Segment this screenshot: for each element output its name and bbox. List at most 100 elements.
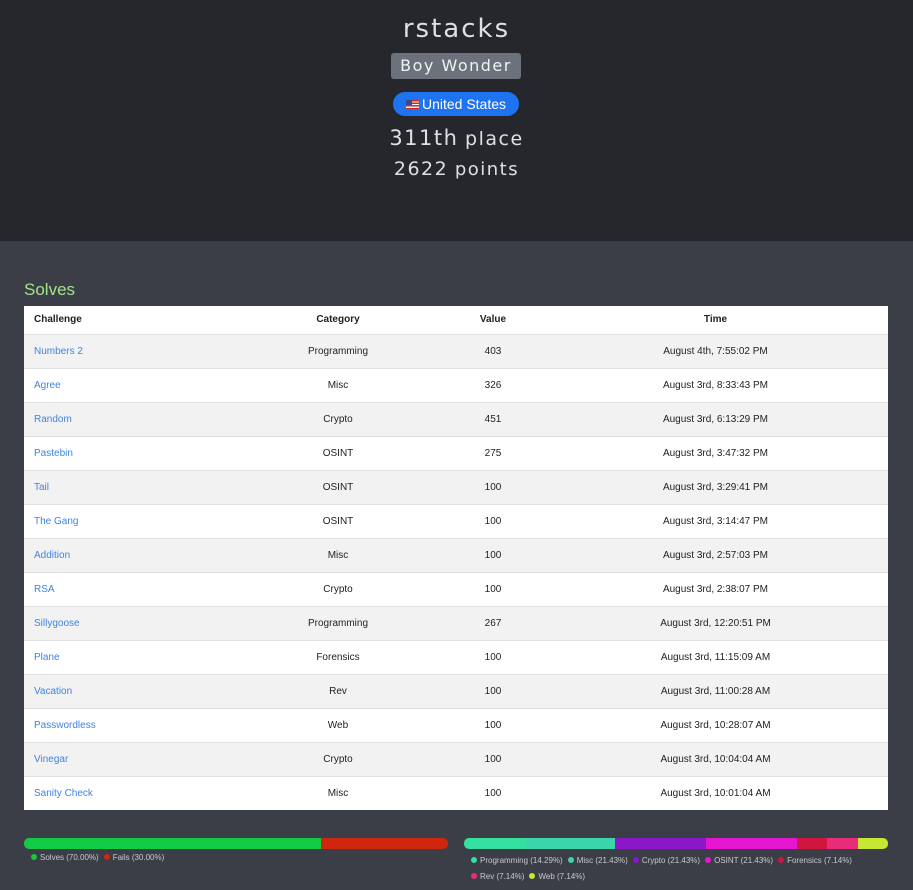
value-cell: 100 (443, 673, 543, 708)
table-row: Vinegar Crypto 100 August 3rd, 10:04:04 AM (24, 741, 888, 776)
time-cell: August 3rd, 11:00:28 AM (543, 673, 888, 708)
bar-segment (797, 838, 828, 849)
legend-label: Programming (14.29%) (480, 856, 563, 865)
time-cell: August 3rd, 3:47:32 PM (543, 435, 888, 470)
solves-table: Challenge Category Value Time Numbers 2 P… (24, 306, 888, 810)
legend-label: Fails (30.00%) (112, 853, 165, 862)
time-cell: August 3rd, 2:57:03 PM (543, 537, 888, 572)
category-cell: Misc (233, 367, 443, 402)
value-cell: 100 (443, 741, 543, 776)
team-place: 311th place (0, 126, 913, 150)
legend-label: Misc (21.43%) (576, 856, 628, 865)
legend-label: Rev (7.14%) (480, 872, 525, 881)
category-cell: Programming (233, 605, 443, 640)
time-cell: August 3rd, 2:38:07 PM (543, 571, 888, 606)
challenge-link[interactable]: Vacation (34, 686, 72, 697)
challenge-link[interactable]: Plane (34, 652, 60, 663)
legend-dot-icon (31, 854, 37, 860)
country-badge: United States (393, 92, 519, 116)
category-cell: Crypto (233, 401, 443, 436)
table-row: Passwordless Web 100 August 3rd, 10:28:07 A… (24, 707, 888, 742)
value-cell: 100 (443, 571, 543, 606)
bar-segment (615, 838, 707, 849)
legend-dot-icon (705, 857, 712, 863)
challenge-link[interactable]: Tail (34, 482, 49, 493)
time-cell: August 3rd, 6:13:29 PM (543, 401, 888, 436)
challenge-link[interactable]: Numbers 2 (34, 346, 83, 357)
value-cell: 100 (443, 469, 543, 504)
time-cell: August 3rd, 3:14:47 PM (543, 503, 888, 538)
team-name: rstacks (402, 14, 511, 44)
time-cell: August 3rd, 10:28:07 AM (543, 707, 888, 742)
time-cell: August 3rd, 3:29:41 PM (543, 469, 888, 504)
value-cell: 100 (443, 537, 543, 572)
legend-dot-icon (529, 873, 536, 879)
challenge-cell: Passwordless (24, 707, 233, 742)
legend-label: OSINT (21.43%) (714, 856, 774, 865)
challenge-cell: Vinegar (24, 741, 233, 776)
team-points: 2622 points (0, 158, 913, 180)
value-cell: 267 (443, 605, 543, 640)
legend-item: Programming (14.29%) (471, 853, 563, 869)
legend-dot-icon (471, 873, 477, 879)
category-cell: Programming (233, 333, 443, 368)
challenge-link[interactable]: Random (34, 414, 72, 425)
time-cell: August 3rd, 10:04:04 AM (543, 741, 888, 776)
table-row: The Gang OSINT 100 August 3rd, 3:14:47 PM (24, 503, 888, 538)
category-cell: Forensics (233, 639, 443, 674)
legend-label: Forensics (7.14%) (787, 856, 852, 865)
challenge-cell: The Gang (24, 503, 233, 538)
table-row: Plane Forensics 100 August 3rd, 11:15:09 AM (24, 639, 888, 674)
challenge-link[interactable]: Sanity Check (34, 788, 93, 799)
time-cell: August 3rd, 11:15:09 AM (543, 639, 888, 674)
legend-dot-icon (567, 857, 574, 863)
legend-item: Web (7.14%) (529, 869, 585, 885)
legend-item: Fails (30.00%) (103, 853, 165, 862)
table-row: Agree Misc 326 August 3rd, 8:33:43 PM (24, 367, 888, 402)
bar-segment (857, 838, 888, 849)
legend-dot-icon (103, 854, 110, 860)
column-header-category: Category (233, 306, 443, 335)
legend-item: Misc (21.43%) (567, 853, 628, 869)
legend-item: Crypto (21.43%) (632, 853, 700, 869)
bar-segment (827, 838, 858, 849)
value-cell: 451 (443, 401, 543, 436)
legend-item: OSINT (21.43%) (705, 853, 773, 869)
time-cell: August 3rd, 12:20:51 PM (543, 605, 888, 640)
value-cell: 100 (443, 639, 543, 674)
challenge-link[interactable]: Pastebin (34, 448, 73, 459)
challenge-link[interactable]: Addition (34, 550, 70, 561)
challenge-link[interactable]: RSA (34, 584, 55, 595)
bar-segment (706, 838, 798, 849)
category-cell: Web (233, 707, 443, 742)
table-header-row: Challenge Category Value Time (24, 306, 888, 335)
challenge-cell: Plane (24, 639, 233, 674)
value-cell: 100 (443, 707, 543, 742)
table-row: Numbers 2 Programming 403 August 4th, 7:55:… (24, 333, 888, 368)
legend-dot-icon (778, 857, 785, 863)
points-number: 2622 (393, 158, 449, 180)
challenge-cell: Tail (24, 469, 233, 504)
table-row: RSA Crypto 100 August 3rd, 2:38:07 PM (24, 571, 888, 606)
challenge-link[interactable]: The Gang (34, 516, 78, 527)
bar-segment (320, 838, 448, 849)
challenge-link[interactable]: Passwordless (34, 720, 96, 731)
table-row: Sanity Check Misc 100 August 3rd, 10:01:04 … (24, 775, 888, 810)
category-cell: OSINT (233, 435, 443, 470)
challenge-link[interactable]: Vinegar (34, 754, 68, 765)
challenge-link[interactable]: Sillygoose (34, 618, 80, 629)
category-cell: Rev (233, 673, 443, 708)
challenge-cell: Numbers 2 (24, 333, 233, 368)
legend-item: Solves (70.00%) (31, 853, 99, 862)
table-row: Sillygoose Programming 267 August 3rd, 12:2… (24, 605, 888, 640)
legend-dot-icon (632, 857, 639, 863)
legend-label: Solves (70.00%) (40, 853, 99, 862)
challenge-link[interactable]: Agree (34, 380, 61, 391)
category-cell: Crypto (233, 741, 443, 776)
solves-heading: Solves (24, 280, 76, 299)
legend-dot-icon (471, 857, 477, 863)
challenge-cell: Addition (24, 537, 233, 572)
place-label: place (465, 128, 524, 150)
table-row: Pastebin OSINT 275 August 3rd, 3:47:32 PM (24, 435, 888, 470)
category-cell: Crypto (233, 571, 443, 606)
